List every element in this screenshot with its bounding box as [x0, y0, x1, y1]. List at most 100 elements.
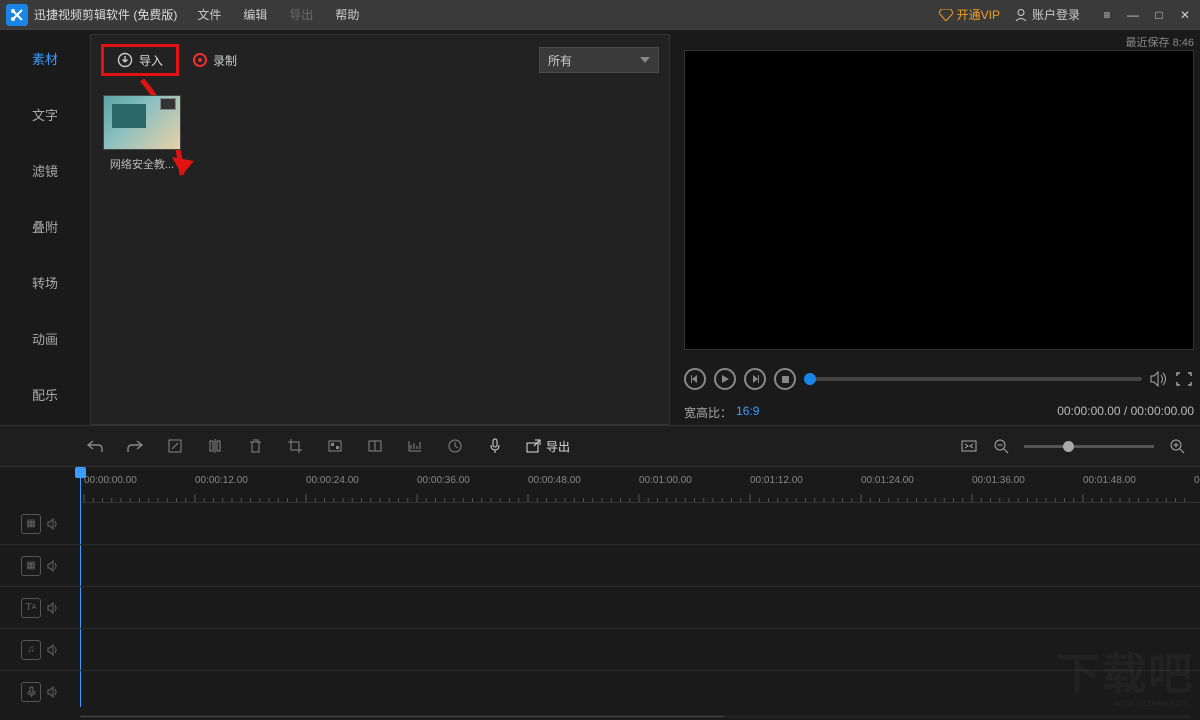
music-icon: ♫: [21, 640, 41, 660]
diamond-icon: [939, 9, 953, 21]
split-button[interactable]: [206, 437, 224, 455]
voiceover-button[interactable]: [486, 437, 504, 455]
timeline-ruler[interactable]: 00:00:00.00 00:00:12.00 00:00:24.00 00:0…: [80, 467, 1200, 503]
seek-slider[interactable]: [804, 377, 1142, 381]
text-icon: TA: [21, 598, 41, 618]
filter-dropdown[interactable]: 所有: [539, 47, 659, 73]
record-icon: [193, 53, 207, 67]
mic-icon: [21, 682, 41, 702]
sidebar-item-transition[interactable]: 转场: [0, 254, 90, 310]
ruler-mark: 00:00:24.00: [306, 475, 359, 486]
speed-button[interactable]: [446, 437, 464, 455]
sidebar-item-music[interactable]: 配乐: [0, 366, 90, 422]
ruler-mark: 00:00:48.00: [528, 475, 581, 486]
media-item[interactable]: 网络安全教...: [103, 95, 181, 172]
pip-icon: ▦: [21, 556, 41, 576]
volume-icon[interactable]: [1150, 371, 1168, 387]
vip-button[interactable]: 开通VIP: [939, 6, 1000, 23]
minimize-button[interactable]: —: [1126, 8, 1140, 22]
aspect-value[interactable]: 16:9: [736, 404, 759, 421]
filter-dropdown-label: 所有: [548, 52, 572, 69]
timeline: 00:00:00.00 00:00:12.00 00:00:24.00 00:0…: [0, 467, 1200, 720]
next-frame-button[interactable]: [744, 368, 766, 390]
video-track[interactable]: ▦: [0, 503, 1200, 545]
ruler-mark: 00:02:00: [1194, 475, 1200, 486]
title-bar: 迅捷视频剪辑软件 (免费版) 文件 编辑 导出 帮助 开通VIP 账户登录 ≡ …: [0, 0, 1200, 30]
fullscreen-icon[interactable]: [1176, 372, 1194, 386]
freeze-button[interactable]: [366, 437, 384, 455]
ruler-mark: 00:00:12.00: [195, 475, 248, 486]
mic-track[interactable]: [0, 671, 1200, 713]
pip-track[interactable]: ▦: [0, 545, 1200, 587]
speaker-icon[interactable]: [47, 644, 59, 656]
login-label: 账户登录: [1032, 6, 1080, 23]
speaker-icon[interactable]: [47, 518, 59, 530]
media-thumbnail: [103, 95, 181, 150]
maximize-button[interactable]: □: [1152, 8, 1166, 22]
export-button[interactable]: 导出: [526, 438, 570, 455]
import-button[interactable]: 导入: [101, 44, 179, 76]
ruler-mark: 00:00:00.00: [84, 475, 137, 486]
speaker-icon[interactable]: [47, 602, 59, 614]
sidebar-item-overlay[interactable]: 叠附: [0, 198, 90, 254]
hamburger-icon[interactable]: ≡: [1100, 8, 1114, 22]
ruler-mark: 00:01:00.00: [639, 475, 692, 486]
chart-button[interactable]: [406, 437, 424, 455]
crop-button[interactable]: [286, 437, 304, 455]
sidebar-item-filter[interactable]: 滤镜: [0, 142, 90, 198]
close-button[interactable]: ✕: [1178, 8, 1192, 22]
media-grid: 网络安全教...: [91, 85, 669, 424]
menu-file[interactable]: 文件: [197, 6, 221, 23]
timeline-h-scrollbar[interactable]: [80, 715, 1190, 718]
sidebar-item-animation[interactable]: 动画: [0, 310, 90, 366]
seek-thumb[interactable]: [804, 373, 816, 385]
sidebar: 素材 文字 滤镜 叠附 转场 动画 配乐: [0, 30, 90, 425]
ruler-mark: 00:01:48.00: [1083, 475, 1136, 486]
zoom-slider[interactable]: [1024, 445, 1154, 448]
export-icon: [526, 439, 541, 453]
redo-button[interactable]: [126, 437, 144, 455]
preview-viewport[interactable]: [684, 50, 1194, 350]
zoom-out-button[interactable]: [992, 437, 1010, 455]
vip-label: 开通VIP: [957, 6, 1000, 23]
app-logo-icon: [6, 4, 28, 26]
text-track[interactable]: TA: [0, 587, 1200, 629]
ruler-mark: 00:00:36.00: [417, 475, 470, 486]
speaker-icon[interactable]: [47, 686, 59, 698]
ruler-mark: 00:01:24.00: [861, 475, 914, 486]
ruler-mark: 00:01:12.00: [750, 475, 803, 486]
record-label: 录制: [213, 52, 237, 69]
music-track[interactable]: ♫: [0, 629, 1200, 671]
import-label: 导入: [139, 52, 163, 69]
stop-button[interactable]: [774, 368, 796, 390]
mosaic-button[interactable]: [326, 437, 344, 455]
time-display: 00:00:00.00 / 00:00:00.00: [1057, 404, 1194, 421]
timeline-h-scroll-thumb[interactable]: [80, 716, 724, 717]
user-icon: [1014, 8, 1028, 22]
import-icon: [117, 52, 133, 68]
chevron-down-icon: [640, 57, 650, 63]
zoom-in-button[interactable]: [1168, 437, 1186, 455]
record-button[interactable]: 录制: [193, 52, 237, 69]
menu-help[interactable]: 帮助: [335, 6, 359, 23]
prev-frame-button[interactable]: [684, 368, 706, 390]
export-label: 导出: [546, 438, 570, 455]
zoom-thumb[interactable]: [1063, 441, 1074, 452]
ruler-ticks: [80, 492, 1200, 502]
fit-button[interactable]: [960, 437, 978, 455]
last-save-label: 最近保存 8:46: [684, 34, 1194, 50]
menu-export: 导出: [289, 6, 313, 23]
menu-edit[interactable]: 编辑: [243, 6, 267, 23]
aspect-label: 宽高比：: [684, 404, 732, 421]
ruler-mark: 00:01:36.00: [972, 475, 1025, 486]
delete-button[interactable]: [246, 437, 264, 455]
sidebar-item-text[interactable]: 文字: [0, 86, 90, 142]
sidebar-item-material[interactable]: 素材: [0, 30, 90, 86]
app-title: 迅捷视频剪辑软件 (免费版): [34, 6, 177, 23]
login-button[interactable]: 账户登录: [1014, 6, 1080, 23]
timeline-toolbar: 导出: [0, 425, 1200, 467]
speaker-icon[interactable]: [47, 560, 59, 572]
undo-button[interactable]: [86, 437, 104, 455]
edit-tool-button[interactable]: [166, 437, 184, 455]
play-button[interactable]: [714, 368, 736, 390]
